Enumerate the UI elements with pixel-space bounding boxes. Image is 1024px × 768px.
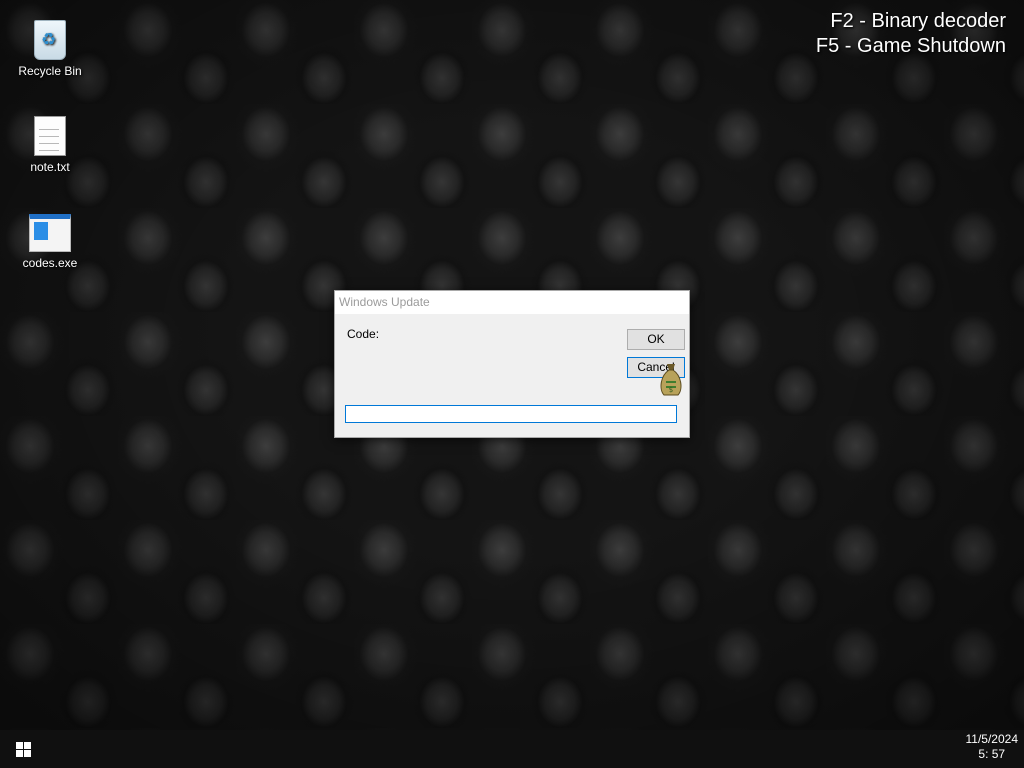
clock-time: 5: 57: [978, 747, 1006, 761]
desktop-icon-label: codes.exe: [22, 256, 78, 270]
hotkey-hint-binary-decoder: F2 - Binary decoder: [830, 10, 1006, 32]
desktop-icon-note-txt[interactable]: note.txt: [10, 116, 90, 174]
desktop-icon-label: note.txt: [30, 160, 70, 174]
desktop-icon-codes-exe[interactable]: codes.exe: [10, 214, 90, 270]
cancel-button[interactable]: Cancel: [627, 357, 685, 378]
code-prompt-label: Code:: [347, 327, 380, 341]
desktop-icon-label: Recycle Bin: [18, 64, 82, 78]
ok-button[interactable]: OK: [627, 329, 685, 350]
taskbar: 11/5/2024 5: 57: [0, 730, 1024, 768]
code-input[interactable]: [345, 405, 677, 423]
windows-update-dialog: Windows Update Code: OK Cancel: [334, 290, 690, 438]
application-icon: [29, 214, 71, 252]
taskbar-clock[interactable]: 11/5/2024 5: 57: [966, 732, 1019, 762]
start-button[interactable]: [0, 730, 48, 768]
hotkey-hint-game-shutdown: F5 - Game Shutdown: [815, 35, 1006, 57]
dialog-title[interactable]: Windows Update: [335, 291, 689, 314]
recycle-bin-icon: [34, 20, 66, 60]
windows-logo-icon: [16, 742, 32, 758]
desktop-icon-recycle-bin[interactable]: Recycle Bin: [10, 20, 90, 78]
text-file-icon: [34, 116, 66, 156]
clock-date: 11/5/2024: [965, 732, 1019, 746]
